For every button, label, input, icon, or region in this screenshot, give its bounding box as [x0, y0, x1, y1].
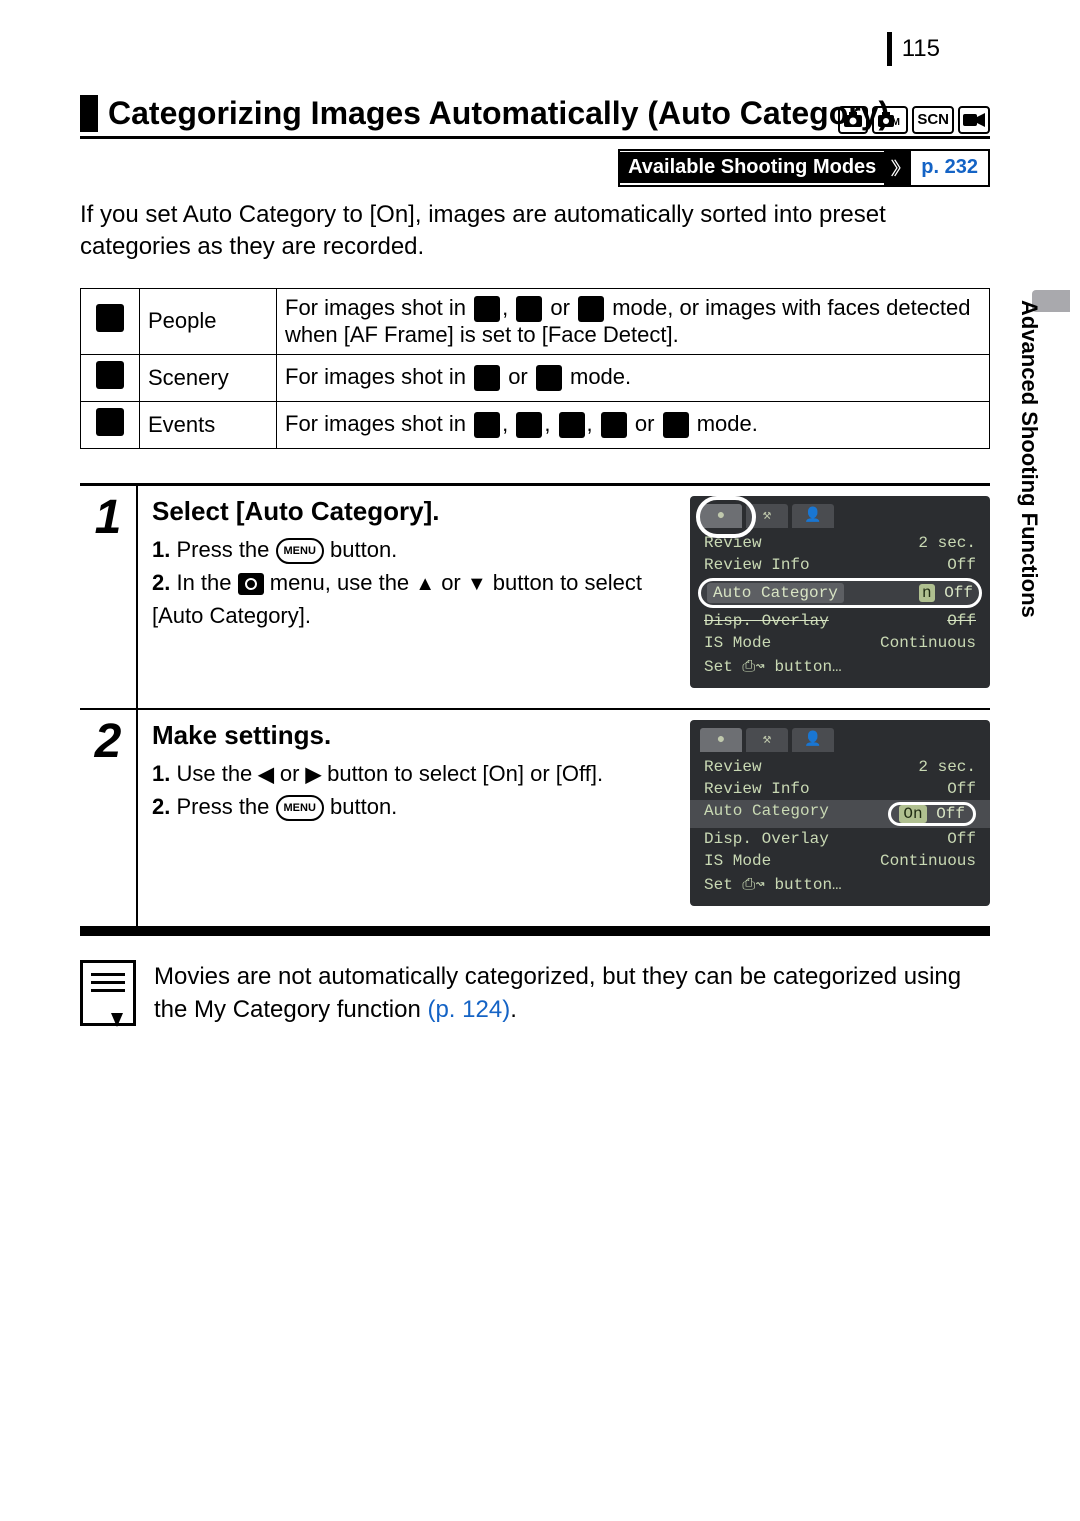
camera-m-mode-icon: M	[872, 106, 908, 134]
lcd-menu-row: Review2 sec.	[690, 756, 990, 778]
lcd-tab: 👤	[792, 504, 834, 528]
category-description: For images shot in or mode.	[277, 354, 990, 401]
camera-menu-screenshot: ●⚒👤 Review2 sec.Review InfoOffAuto Catego…	[690, 720, 990, 906]
section-side-label: Advanced Shooting Functions	[1016, 300, 1042, 618]
step-instruction: 2. In the menu, use the ▲ or ▼ button to…	[152, 566, 674, 632]
lcd-highlighted-row: Auto Categoryn Off	[698, 578, 982, 608]
step-title: Make settings.	[152, 720, 674, 751]
foliage-mode-icon	[516, 296, 542, 322]
category-description: For images shot in , , , or mode.	[277, 401, 990, 448]
lcd-tab: 👤	[792, 728, 834, 752]
step-instruction: 1. Use the ◀ or ▶ button to select [On] …	[152, 757, 674, 790]
intro-paragraph: If you set Auto Category to [On], images…	[80, 199, 990, 264]
scn-mode-icon: SCN	[912, 106, 954, 134]
lcd-menu-row: Review InfoOff	[690, 554, 990, 576]
step-instruction: 2. Press the MENU button.	[152, 790, 674, 823]
step-title: Select [Auto Category].	[152, 496, 674, 527]
table-row: EventsFor images shot in , , , or mode.	[81, 401, 990, 448]
note: Movies are not automatically categorized…	[80, 960, 990, 1027]
night-snapshot-mode-icon	[578, 296, 604, 322]
movie-mode-icon	[958, 106, 990, 134]
lcd-menu-row: Review InfoOff	[690, 778, 990, 800]
menu-button-icon: MENU	[276, 795, 324, 821]
menu-button-icon: MENU	[276, 538, 324, 564]
fireworks-mode-icon	[601, 412, 627, 438]
events-icon	[96, 408, 124, 436]
arrow-icon: ▼	[467, 569, 487, 599]
landscape-mode-icon	[474, 365, 500, 391]
svg-text:M: M	[892, 117, 900, 128]
note-icon	[80, 960, 136, 1026]
category-description: For images shot in , or mode, or images …	[277, 288, 990, 354]
category-name: People	[140, 288, 277, 354]
lcd-menu-row: Disp. OverlayOff	[690, 828, 990, 850]
note-page-link[interactable]: (p. 124)	[427, 996, 510, 1023]
page-number: 115	[887, 32, 940, 66]
rec-menu-icon	[238, 573, 264, 595]
lcd-menu-row: IS ModeContinuous	[690, 632, 990, 654]
lcd-menu-row: Review2 sec.	[690, 532, 990, 554]
step-number: 1	[95, 490, 122, 545]
portrait-mode-icon	[474, 296, 500, 322]
lcd-menu-row: Disp. OverlayOff	[690, 610, 990, 632]
aquarium-mode-icon	[663, 412, 689, 438]
category-table: PeopleFor images shot in , or mode, or i…	[80, 288, 990, 449]
step: 1 Select [Auto Category]. 1. Press the MEN…	[80, 483, 990, 710]
arrow-icon: ▶	[306, 760, 321, 790]
kids-pets-mode-icon	[474, 412, 500, 438]
lcd-tab: ●	[700, 504, 742, 528]
step-instruction: 1. Press the MENU button.	[152, 533, 674, 566]
table-row: SceneryFor images shot in or mode.	[81, 354, 990, 401]
section-title: Categorizing Images Automatically (Auto …	[108, 95, 990, 132]
lcd-menu-row: IS ModeContinuous	[690, 850, 990, 872]
scenery-icon	[96, 361, 124, 389]
lcd-tab: ⚒	[746, 728, 788, 752]
lcd-tab: ⚒	[746, 504, 788, 528]
camera-menu-screenshot: ●⚒👤 Review2 sec.Review InfoOffAuto Catego…	[690, 496, 990, 688]
camera-mode-icon	[838, 106, 868, 134]
sunset-mode-icon	[536, 365, 562, 391]
category-name: Events	[140, 401, 277, 448]
lcd-menu-row: Set ⎙↝ button…	[690, 654, 990, 678]
lcd-menu-row: Set ⎙↝ button…	[690, 872, 990, 896]
arrow-icon: ◀	[258, 760, 273, 790]
lcd-highlighted-row: Auto CategoryOn Off	[690, 800, 990, 828]
sports-mode-icon	[559, 412, 585, 438]
lcd-tab: ●	[700, 728, 742, 752]
note-text: Movies are not automatically categorized…	[154, 960, 990, 1027]
people-icon	[96, 304, 124, 332]
category-name: Scenery	[140, 354, 277, 401]
arrow-icon: ▲	[415, 569, 435, 599]
step: 2 Make settings. 1. Use the ◀ or ▶ button …	[80, 710, 990, 928]
available-modes-link[interactable]: Available Shooting Modes 〉〉 p. 232	[618, 149, 990, 187]
title-mode-icons: M SCN	[838, 106, 990, 134]
step-number: 2	[95, 714, 122, 769]
party-mode-icon	[516, 412, 542, 438]
table-row: PeopleFor images shot in , or mode, or i…	[81, 288, 990, 354]
